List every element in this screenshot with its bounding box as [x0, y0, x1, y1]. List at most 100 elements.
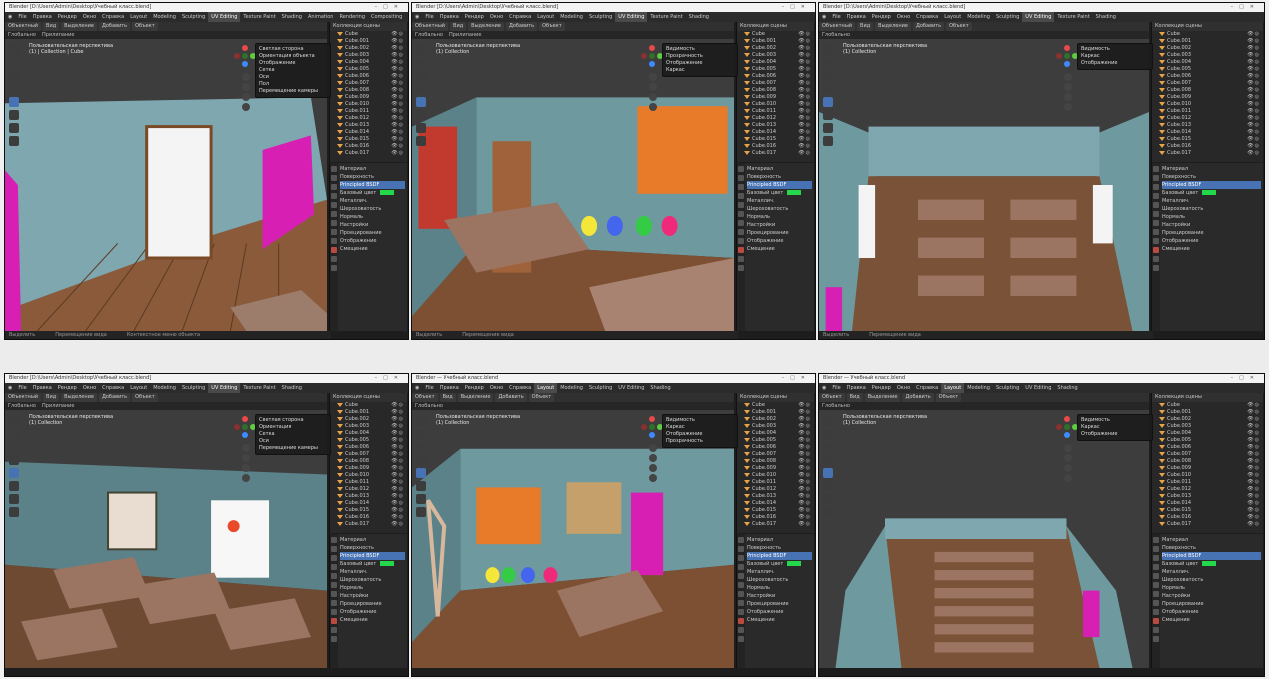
visibility-eye-icon[interactable]: 👁◎ [1247, 38, 1260, 45]
property-tab-icon[interactable] [1153, 618, 1159, 624]
workspace-tab[interactable]: Shading [1054, 383, 1080, 393]
visibility-eye-icon[interactable]: 👁◎ [798, 416, 811, 423]
menu-item[interactable]: Рендер [462, 383, 487, 393]
property-row[interactable]: Поверхность [1162, 544, 1261, 552]
workspace-tab[interactable]: Rendering [336, 12, 368, 22]
visibility-eye-icon[interactable]: 👁◎ [1247, 52, 1260, 59]
workspace-tab[interactable]: Shading [279, 12, 305, 22]
scale-tool-icon[interactable] [9, 468, 19, 478]
zoom-icon[interactable] [242, 73, 250, 81]
pan-icon[interactable] [649, 83, 657, 91]
property-row[interactable]: Отображение [340, 608, 405, 616]
property-row[interactable]: Шероховатость [340, 205, 405, 213]
property-tab-icon[interactable] [738, 193, 744, 199]
visibility-eye-icon[interactable]: 👁◎ [1247, 143, 1260, 150]
visibility-eye-icon[interactable]: 👁◎ [391, 52, 404, 59]
outliner-item[interactable]: Cube.004 👁◎ [330, 430, 407, 437]
outliner-item[interactable]: Cube.004 👁◎ [737, 59, 814, 66]
visibility-eye-icon[interactable]: 👁◎ [1247, 472, 1260, 479]
transform-dropdown[interactable]: Глобально [5, 31, 39, 39]
outliner-item[interactable]: Cube.014 👁◎ [737, 129, 814, 136]
workspace-tab[interactable]: UV Editing [208, 12, 241, 22]
outliner-item[interactable]: Cube.002 👁◎ [1152, 416, 1263, 423]
outliner-item[interactable]: Cube.005 👁◎ [330, 66, 407, 73]
outliner-item[interactable]: Cube.010 👁◎ [737, 101, 814, 108]
property-row[interactable]: Металлич. [1162, 568, 1261, 576]
scale-tool-icon[interactable] [416, 97, 426, 107]
visibility-eye-icon[interactable]: 👁◎ [798, 444, 811, 451]
property-tab-icon[interactable] [331, 265, 337, 271]
blender-logo-icon[interactable]: ◉ [819, 12, 829, 22]
measure-tool-icon[interactable] [823, 507, 833, 517]
outliner-item[interactable]: Cube.011 👁◎ [330, 108, 407, 115]
transform-dropdown[interactable]: Глобально [5, 402, 39, 410]
outliner-item[interactable]: Cube.004 👁◎ [737, 430, 814, 437]
base-color-swatch[interactable] [380, 561, 395, 566]
outliner-item[interactable]: Cube.004 👁◎ [1152, 430, 1263, 437]
workspace-tab[interactable]: Texture Paint [1054, 12, 1092, 22]
visibility-eye-icon[interactable]: 👁◎ [798, 136, 811, 143]
visibility-eye-icon[interactable]: 👁◎ [798, 409, 811, 416]
property-tab-icon[interactable] [1153, 582, 1159, 588]
property-tab-icon[interactable] [331, 238, 337, 244]
annotate-tool-icon[interactable] [9, 494, 19, 504]
outliner-item[interactable]: Cube.010 👁◎ [330, 472, 407, 479]
property-row[interactable]: Смещение [340, 245, 405, 253]
select-tool-icon[interactable] [823, 45, 833, 55]
property-tab-icon[interactable] [331, 166, 337, 172]
outliner-item[interactable]: Cube.002 👁◎ [1152, 45, 1263, 52]
property-row[interactable]: Principled BSDF [747, 552, 812, 560]
visibility-eye-icon[interactable]: 👁◎ [798, 521, 811, 528]
property-tab-icon[interactable] [331, 609, 337, 615]
visibility-eye-icon[interactable]: 👁◎ [798, 87, 811, 94]
property-tab-icon[interactable] [1153, 193, 1159, 199]
header-menu[interactable]: Вид [450, 22, 467, 31]
property-tab-icon[interactable] [738, 609, 744, 615]
property-tab-icon[interactable] [738, 564, 744, 570]
visibility-eye-icon[interactable]: 👁◎ [1247, 66, 1260, 73]
header-menu[interactable]: Выделение [468, 22, 504, 31]
property-row[interactable]: Металлич. [1162, 197, 1261, 205]
outliner-item[interactable]: Cube.003 👁◎ [1152, 423, 1263, 430]
outliner-item[interactable]: Cube.017 👁◎ [1152, 150, 1263, 157]
header-menu[interactable]: Добавить [912, 22, 945, 31]
property-tab-icon[interactable] [738, 591, 744, 597]
workspace-tab[interactable]: Compositing [368, 12, 405, 22]
base-color-swatch[interactable] [380, 190, 395, 195]
zoom-icon[interactable] [1064, 444, 1072, 452]
menu-item[interactable]: Окно [894, 383, 913, 393]
property-row[interactable]: Поверхность [340, 544, 405, 552]
transform-tool-icon[interactable] [9, 110, 19, 120]
visibility-eye-icon[interactable]: 👁◎ [1247, 45, 1260, 52]
workspace-tab[interactable]: Layout [534, 383, 558, 393]
property-row[interactable]: Principled BSDF [1162, 181, 1261, 189]
blender-logo-icon[interactable]: ◉ [412, 383, 422, 393]
popover-option[interactable]: Ориентация [259, 424, 327, 431]
visibility-eye-icon[interactable]: 👁◎ [391, 31, 404, 38]
header-menu[interactable]: Выделение [875, 22, 911, 31]
outliner-item[interactable]: Cube.014 👁◎ [330, 129, 407, 136]
visibility-eye-icon[interactable]: 👁◎ [1247, 479, 1260, 486]
property-row[interactable]: Отображение [1162, 237, 1261, 245]
property-row[interactable]: Смещение [747, 616, 812, 624]
visibility-eye-icon[interactable]: 👁◎ [391, 59, 404, 66]
workspace-tab[interactable]: Shading [686, 12, 712, 22]
header-menu[interactable]: Вид [439, 393, 456, 402]
visibility-eye-icon[interactable]: 👁◎ [391, 66, 404, 73]
property-row[interactable]: Материал [1162, 165, 1261, 173]
outliner-item[interactable]: Cube.008 👁◎ [330, 458, 407, 465]
visibility-eye-icon[interactable]: 👁◎ [1247, 430, 1260, 437]
gizmo-axis-icon[interactable] [1064, 45, 1070, 51]
workspace-tab[interactable]: Sculpting [179, 12, 208, 22]
workspace-tab[interactable]: Modeling [557, 383, 586, 393]
visibility-eye-icon[interactable]: 👁◎ [391, 521, 404, 528]
transform-dropdown[interactable]: Прилипание [39, 402, 78, 410]
outliner-item[interactable]: Cube.006 👁◎ [330, 444, 407, 451]
visibility-eye-icon[interactable]: 👁◎ [1247, 416, 1260, 423]
property-row[interactable]: Металлич. [340, 197, 405, 205]
outliner-item[interactable]: Cube.005 👁◎ [330, 437, 407, 444]
visibility-eye-icon[interactable]: 👁◎ [1247, 94, 1260, 101]
3d-viewport[interactable] [819, 410, 1149, 668]
viewport-scene[interactable] [412, 39, 734, 331]
property-row[interactable]: Шероховатость [1162, 576, 1261, 584]
